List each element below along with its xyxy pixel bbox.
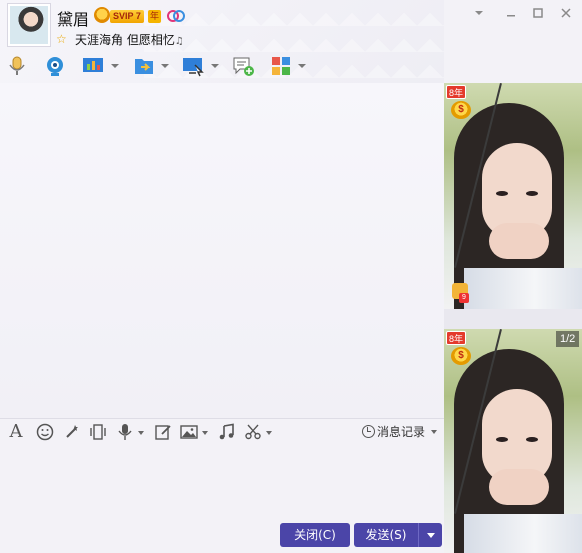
music-icon[interactable]: [218, 423, 236, 441]
coin-icon: $: [451, 347, 471, 365]
signature-suffix: ♫: [174, 36, 184, 47]
message-area[interactable]: [0, 83, 444, 418]
year-badge[interactable]: 年: [148, 10, 161, 23]
emoji-icon[interactable]: [36, 423, 54, 441]
remote-desktop-icon[interactable]: [182, 55, 204, 77]
camera-icon[interactable]: [44, 55, 66, 77]
send-options-dropdown[interactable]: [418, 523, 442, 547]
screen-share-dropdown[interactable]: [111, 64, 119, 68]
new-chat-icon[interactable]: [232, 55, 254, 77]
apps-dropdown[interactable]: [298, 64, 306, 68]
scissors-dropdown[interactable]: [266, 431, 272, 435]
photo-shirt: [464, 514, 582, 553]
close-icon[interactable]: [557, 6, 575, 24]
photo-eye-left: [496, 437, 508, 442]
remote-desktop-dropdown[interactable]: [211, 64, 219, 68]
font-icon[interactable]: A: [7, 423, 25, 441]
coin-icon: $: [451, 101, 471, 119]
avatar-image: [10, 6, 48, 44]
magic-wand-icon[interactable]: [63, 423, 81, 441]
svip-badge[interactable]: SVIP 7: [110, 10, 144, 23]
screen-share-icon[interactable]: [82, 55, 104, 77]
close-button[interactable]: 关闭(C): [280, 523, 350, 547]
years-badge: 8年: [446, 331, 467, 345]
edit-icon[interactable]: [154, 423, 172, 441]
microphone-icon[interactable]: [6, 55, 28, 77]
photo-hand: [489, 469, 549, 505]
contact-signature: 天涯海角 但愿相忆♫: [75, 31, 184, 48]
photo-eye-right: [526, 191, 538, 196]
history-label: 消息记录: [377, 425, 426, 439]
send-button[interactable]: 发送(S): [354, 523, 418, 547]
file-transfer-icon[interactable]: [133, 55, 155, 77]
apps-icon[interactable]: [270, 55, 292, 77]
chevron-down-icon[interactable]: [470, 6, 488, 24]
scissors-icon[interactable]: [244, 423, 262, 441]
photo-hand: [489, 223, 549, 259]
svip-penguin-icon[interactable]: [94, 7, 110, 23]
contact-avatar[interactable]: [7, 3, 51, 47]
page-indicator: 1/2: [556, 331, 580, 347]
link-icon[interactable]: [166, 9, 186, 23]
vibrate-icon[interactable]: [89, 423, 107, 441]
contact-show-photo[interactable]: 8年 $ 9: [444, 83, 582, 309]
clock-icon: [362, 425, 375, 438]
star-icon: ☆: [56, 32, 67, 46]
years-badge: 8年: [446, 85, 467, 99]
photo-eye-left: [496, 191, 508, 196]
photo-shirt: [464, 268, 582, 309]
signature-text: 天涯海角 但愿相忆: [75, 33, 175, 47]
minimize-icon[interactable]: [502, 6, 520, 24]
voice-message-dropdown[interactable]: [138, 431, 144, 435]
image-icon[interactable]: [180, 423, 198, 441]
like-count: 9: [459, 293, 469, 303]
contact-nickname[interactable]: 黛眉: [57, 6, 89, 30]
main-toolbar: [0, 52, 320, 80]
file-transfer-dropdown[interactable]: [161, 64, 169, 68]
voice-message-icon[interactable]: [116, 423, 134, 441]
message-history-button[interactable]: 消息记录: [362, 423, 437, 441]
contact-show-photo-secondary[interactable]: 8年 $: [444, 329, 582, 553]
history-dropdown-caret: [430, 430, 437, 434]
photo-eye-right: [526, 437, 538, 442]
maximize-icon[interactable]: [529, 6, 547, 24]
image-dropdown[interactable]: [202, 431, 208, 435]
